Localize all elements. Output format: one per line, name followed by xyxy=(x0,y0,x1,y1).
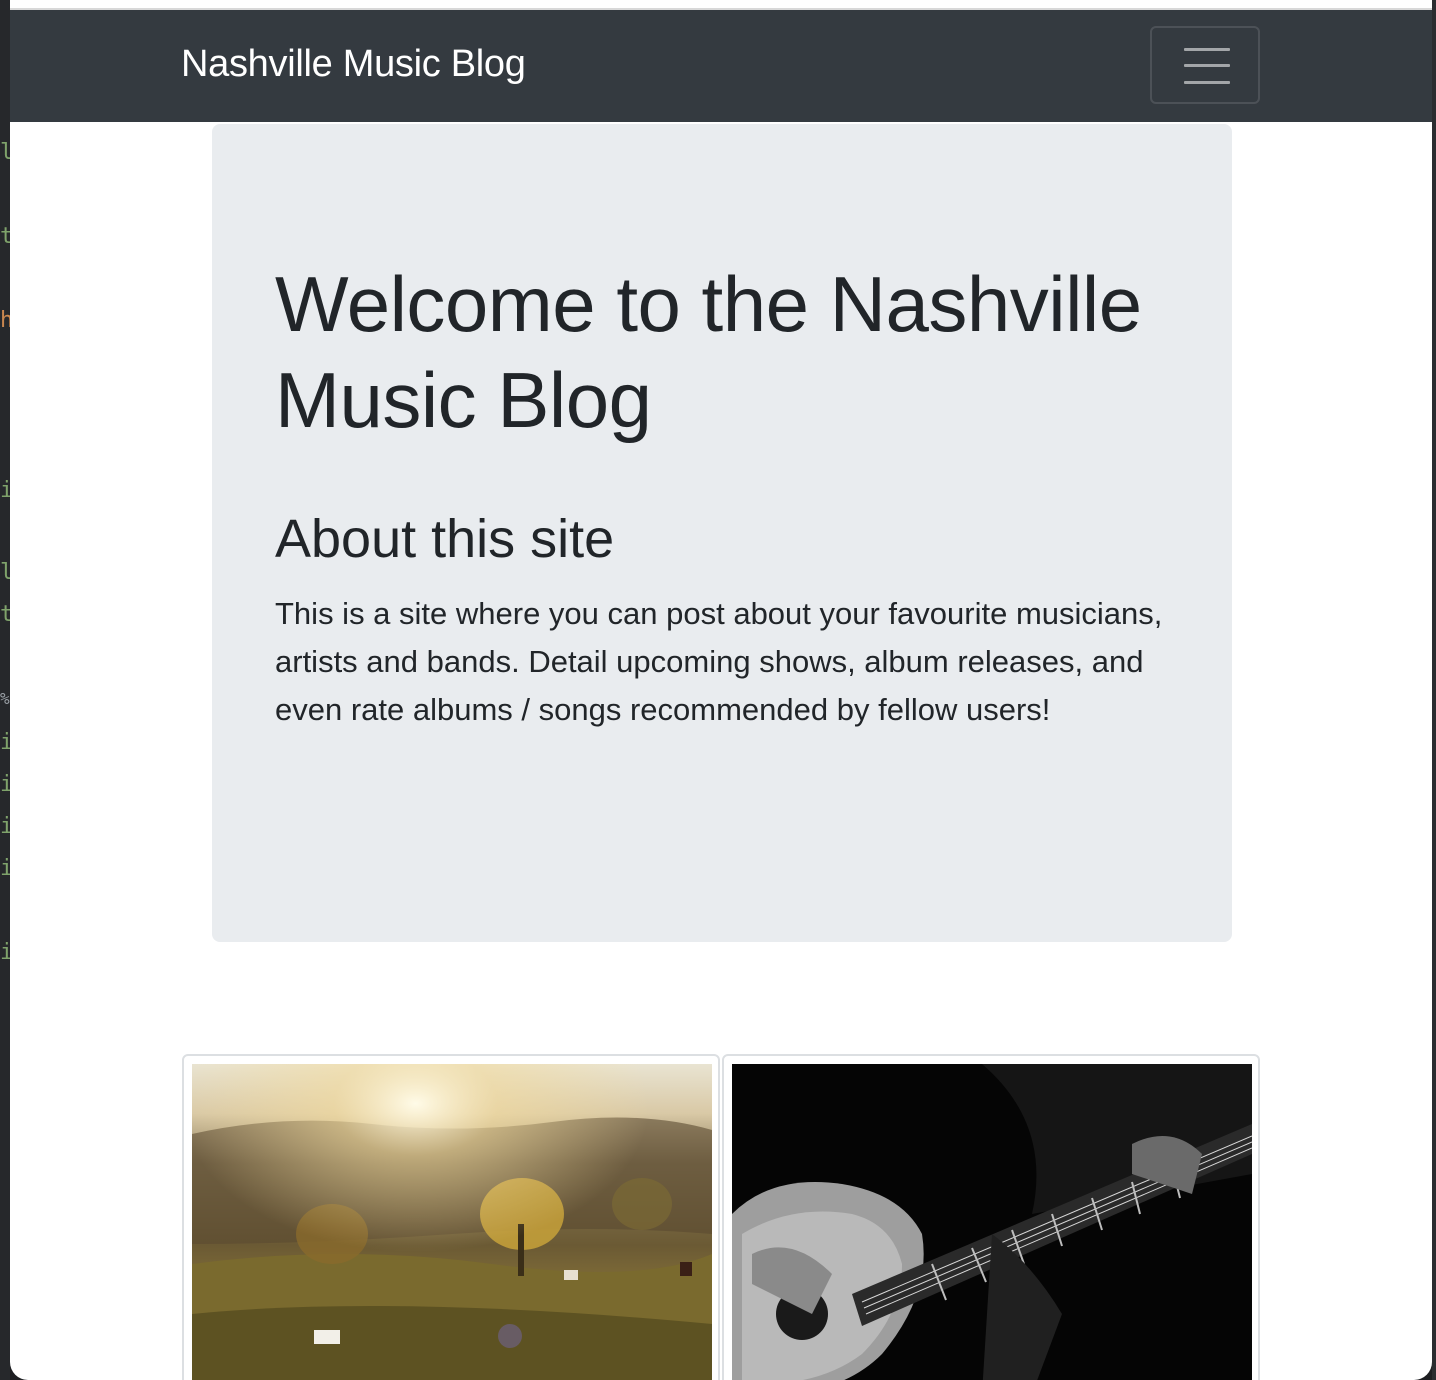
gutter-glyph: l xyxy=(0,142,10,164)
gutter-glyph: i xyxy=(0,942,10,964)
gutter-glyph: i xyxy=(0,732,10,754)
gutter-glyph: i xyxy=(0,816,10,838)
jumbotron: Welcome to the Nashville Music Blog Abou… xyxy=(212,124,1232,942)
navbar: Nashville Music Blog xyxy=(10,10,1432,122)
gutter-glyph: t xyxy=(0,604,10,626)
navbar-brand[interactable]: Nashville Music Blog xyxy=(181,43,526,86)
hamburger-menu-icon xyxy=(1184,48,1230,84)
about-heading: About this site xyxy=(275,509,615,569)
gutter-glyph: l xyxy=(0,562,10,584)
gutter-glyph: i xyxy=(0,858,10,880)
gutter-glyph: t xyxy=(0,226,10,248)
page-title: Welcome to the Nashville Music Blog xyxy=(275,260,1142,444)
about-text: This is a site where you can post about … xyxy=(275,596,1163,727)
photo-card xyxy=(722,1054,1260,1380)
browser-viewport: Nashville Music Blog Welcome to the Nash… xyxy=(10,0,1432,1380)
gutter-glyph: h xyxy=(0,310,10,332)
guitarist-playing-acoustic-guitar-photo xyxy=(732,1064,1252,1380)
gutter-glyph: i xyxy=(0,774,10,796)
editor-gutter: l t h i l t % i i i i i xyxy=(0,0,10,1380)
gutter-glyph: % xyxy=(0,689,10,708)
editor-right-strip xyxy=(1432,0,1436,1380)
navbar-toggler-button[interactable] xyxy=(1150,26,1260,104)
gutter-glyph: i xyxy=(0,480,10,502)
photo-card xyxy=(182,1054,720,1380)
sunset-pasture-horses-photo xyxy=(192,1064,712,1380)
browser-top-edge xyxy=(10,0,1432,10)
